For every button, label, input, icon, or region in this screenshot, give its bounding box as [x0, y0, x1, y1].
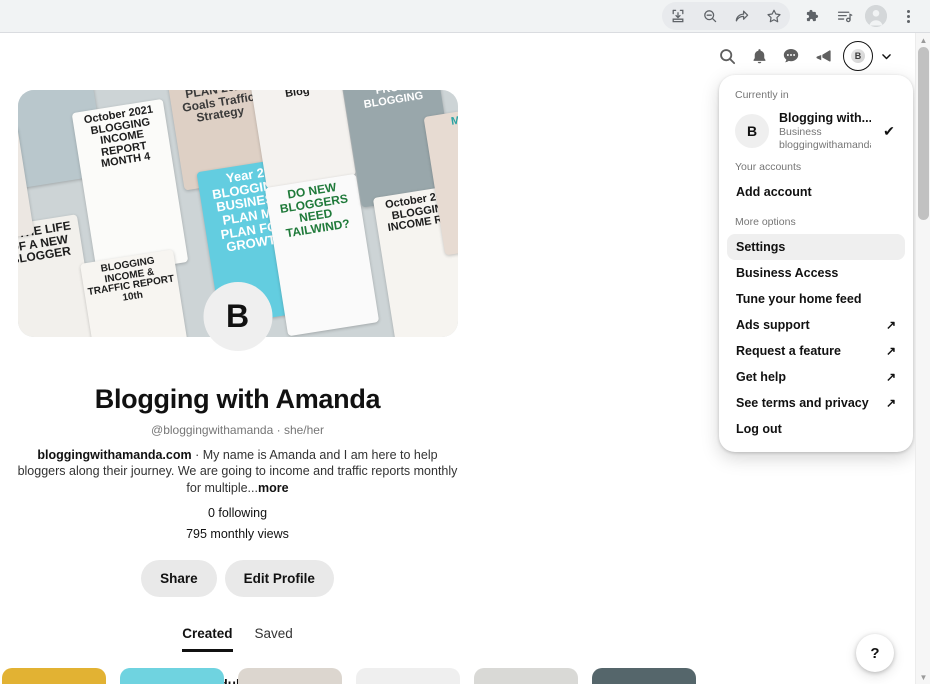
current-account-name: Blogging with...: [779, 111, 871, 125]
dropdown-items: Settings Business Access Tune your home fe…: [727, 234, 905, 442]
tab-created[interactable]: Created: [182, 626, 233, 652]
profile-bio: bloggingwithamanda.com · My name is Aman…: [13, 447, 463, 496]
page-title: Blogging with Amanda: [94, 384, 381, 414]
current-account-info: Blogging with... Business bloggingwitham…: [779, 111, 871, 151]
scroll-down-arrow[interactable]: ▼: [916, 670, 930, 684]
dropdown-item-ads-support[interactable]: Ads support ↗: [727, 312, 905, 338]
dropdown-item-label: Tune your home feed: [736, 292, 862, 306]
current-account-type: Business: [779, 126, 822, 138]
external-link-arrow-icon: ↗: [885, 344, 896, 358]
collage-card-text: How TIME Does It Take To Launch A New Bl…: [257, 90, 333, 100]
bio-more-link[interactable]: more: [258, 481, 289, 495]
external-link-arrow-icon: ↗: [885, 396, 896, 410]
pin-thumb-4[interactable]: TRAFFIC REPORT: [356, 668, 460, 684]
browser-menu-icon[interactable]: [892, 2, 924, 30]
profile-column: BLOGGINGIN THE LIFE OF A NEW BLOGGERPINO…: [0, 79, 475, 684]
pin-thumb-3[interactable]: [238, 668, 342, 684]
collage-card-text: THE REASON I TOOK A BREAK FROM BLOGGING: [362, 90, 424, 111]
following-count[interactable]: 0 following: [208, 506, 267, 520]
collage-card: BLOGGING INCOME & TRAFFIC REPORT 10th: [79, 249, 190, 337]
kebab-icon: [906, 9, 910, 23]
pronouns: she/her: [283, 423, 324, 437]
account-avatar-button[interactable]: B: [843, 41, 873, 71]
browser-toolbar-icon-group: [662, 2, 790, 30]
current-account-url: bloggingwithamanda...: [779, 139, 871, 151]
dropdown-item-label: Ads support: [736, 318, 810, 332]
current-account-row[interactable]: B Blogging with... Business bloggingwith…: [727, 107, 905, 159]
profile-tabs: Created Saved: [182, 626, 293, 652]
page-scrollbar[interactable]: ▲ ▼: [915, 33, 930, 684]
collage-card-text: October 2021 BLOGGING INCOME REPORT MONT…: [82, 103, 154, 171]
megaphone-ads-icon[interactable]: [807, 40, 839, 72]
profile-action-buttons: Share Edit Profile: [141, 559, 334, 597]
bookmark-star-icon[interactable]: [758, 2, 790, 30]
pin-grid-strip: BLOGGING TRAFFIC REPORT I TOOK A: [0, 668, 915, 684]
handle-text: @bloggingwithamanda: [151, 423, 274, 437]
scrollbar-thumb[interactable]: [918, 47, 929, 220]
profile-handle: @bloggingwithamanda · she/her: [151, 423, 324, 437]
dropdown-item-business-access[interactable]: Business Access: [727, 260, 905, 286]
dropdown-item-tune-your-home-feed[interactable]: Tune your home feed: [727, 286, 905, 312]
more-options-label: More options: [735, 216, 796, 228]
account-avatar: B: [851, 49, 865, 63]
messages-bubble-icon[interactable]: [775, 40, 807, 72]
dropdown-item-label: Business Access: [736, 266, 839, 280]
handle-separator: ·: [273, 423, 284, 437]
share-icon[interactable]: [726, 2, 758, 30]
dropdown-item-log-out[interactable]: Log out: [727, 416, 905, 442]
your-accounts-label: Your accounts: [735, 161, 802, 173]
chevron-down-icon[interactable]: [873, 41, 899, 71]
dropdown-item-label: Get help: [736, 370, 787, 384]
monthly-views-count: 795 monthly views: [186, 526, 289, 541]
dropdown-item-settings[interactable]: Settings: [727, 234, 905, 260]
add-account-button[interactable]: Add account: [727, 179, 905, 205]
account-dropdown-menu: Currently in B Blogging with... Business…: [719, 75, 913, 452]
check-icon: ✔: [883, 122, 895, 139]
zoom-out-icon[interactable]: [694, 2, 726, 30]
dropdown-item-label: See terms and privacy: [736, 396, 869, 410]
dropdown-item-label: Log out: [736, 422, 782, 436]
help-button[interactable]: ?: [856, 634, 894, 672]
external-link-arrow-icon: ↗: [885, 370, 896, 384]
add-account-label: Add account: [736, 185, 812, 199]
dropdown-item-get-help[interactable]: Get help ↗: [727, 364, 905, 390]
dropdown-spacer: [727, 205, 905, 214]
bell-notifications-icon[interactable]: [743, 40, 775, 72]
browser-toolbar: [0, 0, 930, 33]
search-icon[interactable]: [711, 40, 743, 72]
dropdown-item-request-a-feature[interactable]: Request a feature ↗: [727, 338, 905, 364]
pin-thumb-2[interactable]: BLOGGING: [120, 668, 224, 684]
dropdown-item-label: Request a feature: [736, 344, 841, 358]
dropdown-item-label: Settings: [736, 240, 786, 254]
currently-in-label: Currently in: [735, 89, 789, 101]
scroll-up-arrow[interactable]: ▲: [916, 33, 930, 47]
extensions-puzzle-icon[interactable]: [796, 2, 828, 30]
avatar: [865, 5, 887, 27]
download-icon[interactable]: [662, 2, 694, 30]
media-playlist-icon[interactable]: [828, 2, 860, 30]
browser-toolbar-icons: [662, 2, 930, 30]
current-account-avatar: B: [735, 114, 769, 148]
tab-saved[interactable]: Saved: [255, 626, 293, 652]
pin-thumb-5[interactable]: [474, 668, 578, 684]
bio-website-link[interactable]: bloggingwithamanda.com: [37, 448, 191, 462]
pinterest-header: B: [0, 33, 915, 79]
bio-separator: ·: [191, 448, 203, 462]
external-link-arrow-icon: ↗: [885, 318, 896, 332]
share-button[interactable]: Share: [141, 559, 217, 597]
pin-thumb-6[interactable]: I TOOK A: [592, 668, 696, 684]
dropdown-item-see-terms-and-privacy[interactable]: See terms and privacy ↗: [727, 390, 905, 416]
pin-thumb-1[interactable]: [2, 668, 106, 684]
profile-avatar: B: [203, 282, 272, 351]
browser-profile-avatar[interactable]: [860, 2, 892, 30]
edit-profile-button[interactable]: Edit Profile: [224, 559, 334, 597]
page-viewport: B BLOGGINGIN THE LIFE OF A NEW BLOGGERPI…: [0, 33, 930, 684]
